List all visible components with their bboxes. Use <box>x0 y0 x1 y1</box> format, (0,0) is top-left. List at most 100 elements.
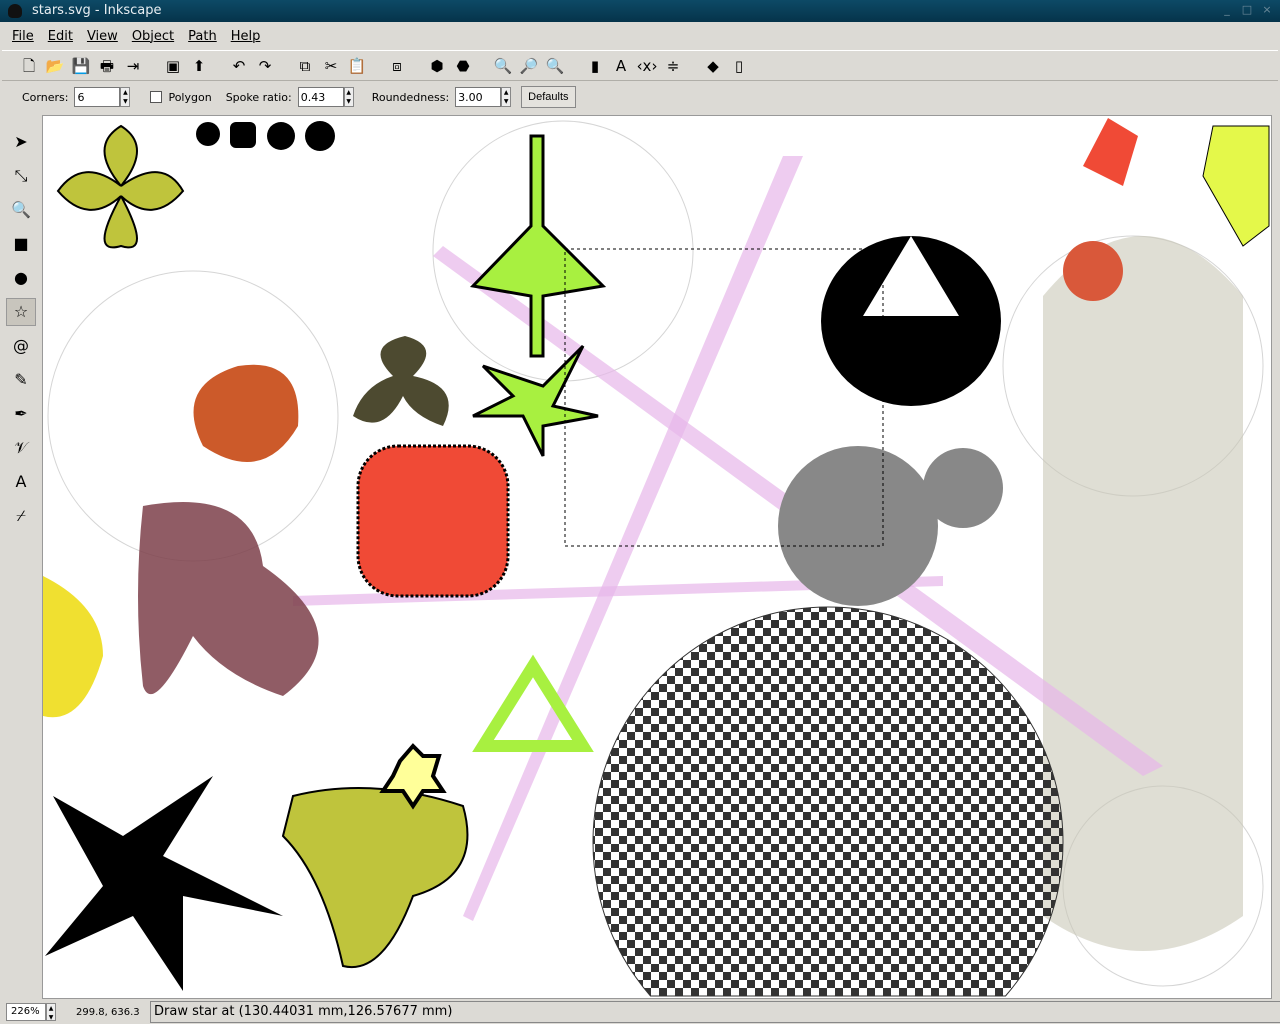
star-tool-icon: ☆ <box>14 298 28 326</box>
olive-clover-star <box>58 126 183 247</box>
defaults-button[interactable]: Defaults <box>521 86 575 108</box>
menu-file[interactable]: File <box>12 29 34 44</box>
redo-button[interactable]: ↷ <box>254 55 276 77</box>
menu-edit[interactable]: Edit <box>48 29 73 44</box>
align-distribute-button[interactable]: ≑ <box>662 55 684 77</box>
spiral-tool-icon: @ <box>13 332 29 360</box>
calligraphy-tool-icon: 𝒱 <box>14 434 27 462</box>
menu-object[interactable]: Object <box>132 29 174 44</box>
inkscape-logo-icon <box>8 4 22 18</box>
pencil-tool-button[interactable]: ✎ <box>6 366 36 394</box>
minimize-icon[interactable]: _ <box>1220 3 1234 17</box>
spoke-ratio-spinner[interactable]: ▲▼ <box>344 87 354 107</box>
undo-button[interactable]: ↶ <box>228 55 250 77</box>
toolbox: ➤ ⤡ 🔍 ■ ● ☆ @ ✎ ✒ 𝒱A ⌿ <box>2 114 40 998</box>
text-font-button[interactable]: A <box>610 55 632 77</box>
text-font-icon: A <box>616 55 626 77</box>
pen-tool-icon: ✒ <box>14 400 27 428</box>
dropper-tool-icon: ⌿ <box>16 502 26 530</box>
selector-button[interactable]: ➤ <box>6 128 36 156</box>
save-icon: 💾 <box>72 55 91 77</box>
align-distribute-icon: ≑ <box>667 55 680 77</box>
node-add-button[interactable]: ⬢ <box>426 55 448 77</box>
node-edit-button[interactable]: ⬣ <box>452 55 474 77</box>
roundedness-input[interactable] <box>455 87 501 107</box>
export-button[interactable]: ⇥ <box>122 55 144 77</box>
xml-editor-button[interactable]: ‹x› <box>636 55 658 77</box>
red-dotted-star <box>358 446 508 596</box>
pencil-tool-icon: ✎ <box>14 366 27 394</box>
menu-path[interactable]: Path <box>188 29 217 44</box>
star-tool-button[interactable]: ☆ <box>6 298 36 326</box>
print-button[interactable]: 🖶 <box>96 55 118 77</box>
text-tool-button[interactable]: A <box>6 468 36 496</box>
drawing <box>43 116 1271 998</box>
window-title: stars.svg - Inkscape <box>32 3 162 18</box>
export-bitmap-button[interactable]: ⬆ <box>188 55 210 77</box>
cut-button[interactable]: ✂ <box>320 55 342 77</box>
node-edit-icon: ⬣ <box>456 55 469 77</box>
node-tool-button[interactable]: ⤡ <box>6 162 36 190</box>
orange-rose-star <box>194 365 299 462</box>
corners-spinner[interactable]: ▲▼ <box>120 87 130 107</box>
polygon-label: Polygon <box>168 91 211 104</box>
selector-icon: ➤ <box>14 128 27 156</box>
zoom-page-icon: 🔍 <box>546 55 565 77</box>
maroon-clover-star <box>138 502 319 696</box>
zoom-selection-button[interactable]: 🔍 <box>492 55 514 77</box>
corners-label: Corners: <box>22 91 68 104</box>
align-button[interactable]: ⧈ <box>386 55 408 77</box>
cut-icon: ✂ <box>325 55 338 77</box>
close-icon[interactable]: × <box>1260 3 1274 17</box>
black-round-stars <box>196 121 335 151</box>
fill-stroke-button[interactable]: ▮ <box>584 55 606 77</box>
export-bitmap-icon: ⬆ <box>193 55 206 77</box>
align-icon: ⧈ <box>392 55 402 77</box>
zoom-page-button[interactable]: 🔍 <box>544 55 566 77</box>
dropper-tool-button[interactable]: ⌿ <box>6 502 36 530</box>
zoom-drawing-icon: 🔎 <box>520 55 539 77</box>
star-tool-controls: Corners: ▲▼ Polygon Spoke ratio: ▲▼ Roun… <box>2 82 1278 112</box>
polygon-checkbox[interactable] <box>150 91 162 103</box>
new-document-button[interactable]: 🗋 <box>18 55 40 77</box>
black-pinwheel-star <box>45 776 283 991</box>
spoke-ratio-input[interactable] <box>298 87 344 107</box>
menu-help[interactable]: Help <box>231 29 261 44</box>
drawing-canvas[interactable] <box>42 115 1272 999</box>
document-props-button[interactable]: ▯ <box>728 55 750 77</box>
zoom-drawing-button[interactable]: 🔎 <box>518 55 540 77</box>
zoom-spinner[interactable]: ▲▼ <box>46 1003 56 1021</box>
zoom-field[interactable]: 226% <box>6 1003 46 1021</box>
inkscape-prefs-button[interactable]: ◆ <box>702 55 724 77</box>
save-button[interactable]: 💾 <box>70 55 92 77</box>
olive-triangle-blob <box>283 788 467 967</box>
dark-olive-trefoil-star <box>353 336 449 426</box>
zoom-selection-icon: 🔍 <box>494 55 513 77</box>
corners-input[interactable] <box>74 87 120 107</box>
spiral-tool-button[interactable]: @ <box>6 332 36 360</box>
ellipse-tool-button[interactable]: ● <box>6 264 36 292</box>
commands-toolbar: 🗋 📂 💾🖶⇥ ▣ ⬆ ↶↷ ⧉ ✂ 📋 ⧈ ⬢ ⬣ 🔍 🔎 🔍 ▮ A ‹x› ≑ ◆▯ <box>2 50 1278 81</box>
text-tool-icon: A <box>16 468 27 496</box>
fill-stroke-icon: ▮ <box>591 55 599 77</box>
pen-tool-button[interactable]: ✒ <box>6 400 36 428</box>
rectangle-tool-button[interactable]: ■ <box>6 230 36 258</box>
import-button[interactable]: ▣ <box>162 55 184 77</box>
calligraphy-tool-button[interactable]: 𝒱 <box>6 434 36 462</box>
yellow-green-star <box>1203 126 1269 246</box>
zoom-tool-icon: 🔍 <box>11 196 31 224</box>
vertical-scrollbar[interactable] <box>1272 115 1280 999</box>
node-tool-icon: ⤡ <box>15 162 28 190</box>
open-button[interactable]: 📂 <box>44 55 66 77</box>
green-cross-star <box>473 136 603 356</box>
new-document-icon: 🗋 <box>23 55 35 77</box>
menu-view[interactable]: View <box>87 29 118 44</box>
roundedness-label: Roundedness: <box>372 91 449 104</box>
roundedness-spinner[interactable]: ▲▼ <box>501 87 511 107</box>
red-rose-star <box>1063 241 1123 301</box>
maximize-icon[interactable]: □ <box>1240 3 1254 17</box>
zoom-tool-button[interactable]: 🔍 <box>6 196 36 224</box>
copy-button[interactable]: ⧉ <box>294 55 316 77</box>
paste-button[interactable]: 📋 <box>346 55 368 77</box>
title-bar: stars.svg - Inkscape _ □ × <box>0 0 1280 22</box>
